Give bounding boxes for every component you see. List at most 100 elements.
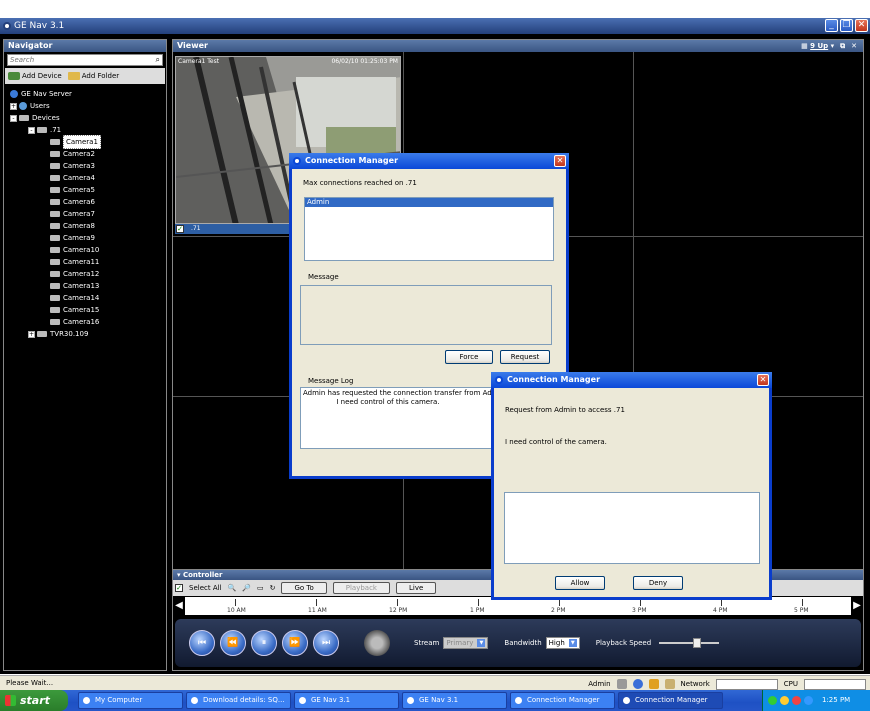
start-label: start: [20, 694, 50, 707]
tree-camera-item[interactable]: Camera1: [10, 135, 166, 149]
layout-dropdown[interactable]: ▦ 9 Up ▾: [801, 40, 834, 52]
add-folder-icon: [67, 72, 80, 80]
taskbar-item[interactable]: Download details: SQ...: [186, 692, 291, 709]
lock-icon[interactable]: [664, 679, 675, 689]
pause-icon[interactable]: ⏸: [251, 630, 277, 656]
snapshot-icon[interactable]: ▭: [257, 584, 264, 592]
tree-camera-item[interactable]: Camera9: [10, 232, 166, 244]
tree-camera-item[interactable]: Camera8: [10, 220, 166, 232]
fullscreen-icon[interactable]: ⧉: [840, 40, 845, 52]
camera-label: Camera15: [63, 306, 100, 314]
expand-icon[interactable]: +: [28, 330, 35, 338]
camera-icon: [50, 199, 60, 205]
tray-security-icon[interactable]: [780, 696, 789, 705]
timeline-right-icon[interactable]: ▶: [851, 597, 863, 615]
search-input[interactable]: [8, 55, 148, 65]
slider-thumb[interactable]: [693, 638, 702, 648]
tile-checkbox[interactable]: ✓: [176, 225, 184, 233]
stream-select[interactable]: Primary ▼: [443, 637, 489, 649]
dialog-close-icon[interactable]: ✕: [554, 155, 566, 167]
taskbar-item[interactable]: GE Nav 3.1: [294, 692, 399, 709]
bandwidth-select[interactable]: High ▼: [545, 637, 580, 649]
window-title: GE Nav 3.1: [14, 21, 65, 31]
dialog-titlebar[interactable]: Connection Manager ✕: [289, 153, 569, 169]
taskbar-item-label: Download details: SQ...: [203, 696, 285, 704]
tree-devices[interactable]: - Devices: [10, 112, 166, 124]
camera-timestamp: 06/02/10 01:25:03 PM: [331, 58, 398, 65]
tree-camera-item[interactable]: Camera11: [10, 256, 166, 268]
slider-track: [659, 642, 720, 644]
zoom-out-icon[interactable]: 🔎: [242, 584, 251, 592]
tree-users[interactable]: + Users: [10, 100, 166, 112]
tree-server[interactable]: GE Nav Server: [10, 88, 166, 100]
playback-speed-slider[interactable]: [659, 638, 720, 648]
add-device-button[interactable]: Add Device: [8, 72, 62, 80]
tree-camera-item[interactable]: Camera12: [10, 268, 166, 280]
camera-icon: [50, 307, 60, 313]
tree-camera-item[interactable]: Camera10: [10, 244, 166, 256]
tree-camera-item[interactable]: Camera3: [10, 160, 166, 172]
live-button[interactable]: Live: [395, 582, 437, 594]
timeline-left-icon[interactable]: ◀: [173, 597, 185, 615]
tree-camera-item[interactable]: Camera6: [10, 196, 166, 208]
timeline-tick: [640, 599, 641, 606]
taskbar-item[interactable]: My Computer: [78, 692, 183, 709]
force-button[interactable]: Force: [445, 350, 493, 364]
taskbar-item[interactable]: GE Nav 3.1: [402, 692, 507, 709]
tree-camera-item[interactable]: Camera5: [10, 184, 166, 196]
message-input[interactable]: [300, 285, 552, 345]
tree-camera-item[interactable]: Camera2: [10, 148, 166, 160]
add-folder-button[interactable]: Add Folder: [67, 72, 119, 80]
app-window: GE Nav 3.1 _ ❐ ✕ Navigator ⌕ Add Device: [0, 0, 870, 711]
start-button[interactable]: start: [0, 690, 68, 711]
taskbar-item[interactable]: Connection Manager: [618, 692, 723, 709]
collapse-icon[interactable]: -: [28, 126, 35, 134]
help-icon[interactable]: [632, 679, 643, 689]
deny-button[interactable]: Deny: [633, 576, 683, 590]
allow-button[interactable]: Allow: [555, 576, 605, 590]
timeline-tick-label: 11 AM: [308, 607, 327, 614]
tray-update-icon[interactable]: [792, 696, 801, 705]
alert-icon[interactable]: [648, 679, 659, 689]
reply-input[interactable]: [504, 492, 760, 564]
maximize-icon[interactable]: ❐: [840, 19, 853, 32]
camera-icon: [50, 139, 60, 145]
tree-camera-item[interactable]: Camera7: [10, 208, 166, 220]
rewind-icon[interactable]: ⏪: [220, 630, 246, 656]
skip-forward-icon[interactable]: ⏭: [313, 630, 339, 656]
goto-button[interactable]: Go To: [281, 582, 327, 594]
tree-camera-item[interactable]: Camera14: [10, 292, 166, 304]
tray-app-icon[interactable]: [804, 696, 813, 705]
dropdown-arrow-icon: ▼: [568, 639, 577, 647]
refresh-icon[interactable]: ↻: [270, 584, 276, 592]
zoom-in-icon[interactable]: 🔍: [228, 584, 237, 592]
request-button[interactable]: Request: [500, 350, 550, 364]
tray-network-icon[interactable]: [768, 696, 777, 705]
tree-camera-item[interactable]: Camera13: [10, 280, 166, 292]
skip-back-icon[interactable]: ⏮: [189, 630, 215, 656]
timeline-tick: [478, 599, 479, 606]
list-item[interactable]: Admin: [305, 198, 553, 207]
tree-camera-item[interactable]: Camera16: [10, 316, 166, 328]
tree-recorder[interactable]: + TVR30.109: [10, 328, 166, 340]
close-icon[interactable]: ✕: [855, 19, 868, 32]
select-all-checkbox[interactable]: ✓: [175, 584, 183, 592]
wrench-icon[interactable]: [616, 679, 627, 689]
search-icon[interactable]: ⌕: [156, 55, 160, 65]
tree-camera-item[interactable]: Camera15: [10, 304, 166, 316]
connections-list[interactable]: Admin: [304, 197, 554, 261]
expand-icon[interactable]: +: [10, 102, 17, 110]
record-icon[interactable]: [364, 630, 390, 656]
minimize-icon[interactable]: _: [825, 19, 838, 32]
playback-button[interactable]: Playback: [332, 582, 390, 594]
collapse-icon[interactable]: -: [10, 114, 17, 122]
dialog-close-icon[interactable]: ✕: [757, 374, 769, 386]
dialog-titlebar[interactable]: Connection Manager ✕: [491, 372, 772, 388]
viewer-close-icon[interactable]: ✕: [851, 40, 857, 52]
title-strip[interactable]: GE Nav 3.1: [0, 18, 870, 34]
fast-forward-icon[interactable]: ⏩: [282, 630, 308, 656]
tree-camera-item[interactable]: Camera4: [10, 172, 166, 184]
taskbar-item[interactable]: Connection Manager: [510, 692, 615, 709]
status-right: Admin Network CPU: [588, 677, 866, 691]
viewer-header: Viewer ▦ 9 Up ▾ ⧉ ✕: [173, 40, 863, 52]
